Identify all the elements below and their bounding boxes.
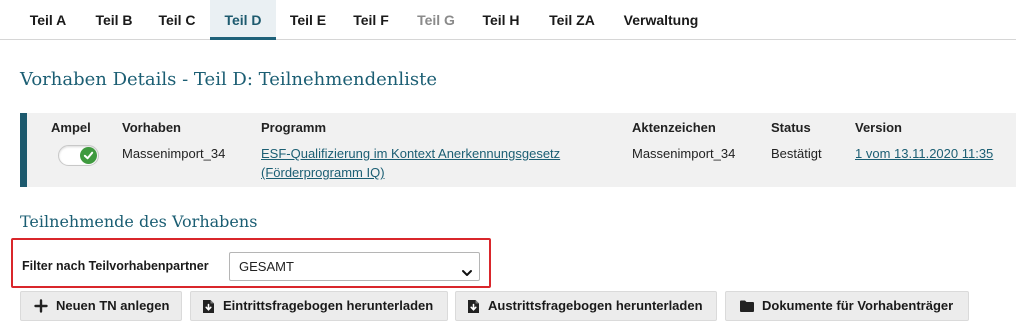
check-icon [80,147,97,164]
eintritt-label: Eintrittsfragebogen herunterladen [223,298,434,313]
header-status: Status [771,120,811,135]
file-download-icon [203,300,214,313]
header-programm: Programm [261,120,327,135]
version-link[interactable]: 1 vom 13.11.2020 11:35 [855,146,993,161]
programm-link-line2[interactable]: (Förderprogramm IQ) [261,165,385,180]
filter-selected-value: GESAMT [239,259,294,274]
header-ampel: Ampel [51,120,91,135]
tab-teil-e[interactable]: Teil E [277,0,339,40]
tab-verwaltung[interactable]: Verwaltung [613,0,709,40]
tab-teil-d[interactable]: Teil D [210,0,276,40]
section-title: Teilnehmende des Vorhabens [20,212,258,231]
new-tn-button[interactable]: Neuen TN anlegen [20,291,182,321]
tab-teil-f[interactable]: Teil F [340,0,402,40]
tab-teil-h[interactable]: Teil H [470,0,532,40]
tab-bar: Teil A Teil B Teil C Teil D Teil E Teil … [0,0,1016,40]
tab-teil-c[interactable]: Teil C [146,0,208,40]
new-tn-label: Neuen TN anlegen [56,298,170,313]
header-vorhaben: Vorhaben [122,120,181,135]
header-aktenzeichen: Aktenzeichen [632,120,716,135]
aktenzeichen-value: Massenimport_34 [632,146,736,161]
plus-icon [34,299,48,313]
file-download-icon [468,300,479,313]
austritt-download-button[interactable]: Austrittsfragebogen herunterladen [455,291,717,321]
chevron-down-icon [461,261,473,288]
status-value: Bestätigt [771,146,822,161]
tab-teil-b[interactable]: Teil B [83,0,145,40]
tab-teil-g: Teil G [417,12,455,28]
dokumente-button[interactable]: Dokumente für Vorhabenträger [725,291,969,321]
header-version: Version [855,120,902,135]
vorhaben-value: Massenimport_34 [122,146,226,161]
dokumente-label: Dokumente für Vorhabenträger [762,298,954,313]
tab-teil-za[interactable]: Teil ZA [536,0,608,40]
ampel-toggle [58,145,99,166]
folder-icon [740,300,754,312]
vorhaben-info-panel: Ampel Vorhaben Programm Aktenzeichen Sta… [20,113,1016,187]
teilvorhabenpartner-select[interactable]: GESAMT [229,252,480,281]
eintritt-download-button[interactable]: Eintrittsfragebogen herunterladen [190,291,448,321]
austritt-label: Austrittsfragebogen herunterladen [488,298,703,313]
programm-link[interactable]: ESF-Qualifizierung im Kontext Anerkennun… [261,144,560,182]
programm-link-line1[interactable]: ESF-Qualifizierung im Kontext Anerkennun… [261,146,560,161]
tab-teil-a[interactable]: Teil A [17,0,79,40]
page-title: Vorhaben Details - Teil D: Teilnehmenden… [20,69,437,90]
filter-label: Filter nach Teilvorhabenpartner [22,259,209,273]
filter-highlight: Filter nach Teilvorhabenpartner GESAMT [11,238,491,288]
